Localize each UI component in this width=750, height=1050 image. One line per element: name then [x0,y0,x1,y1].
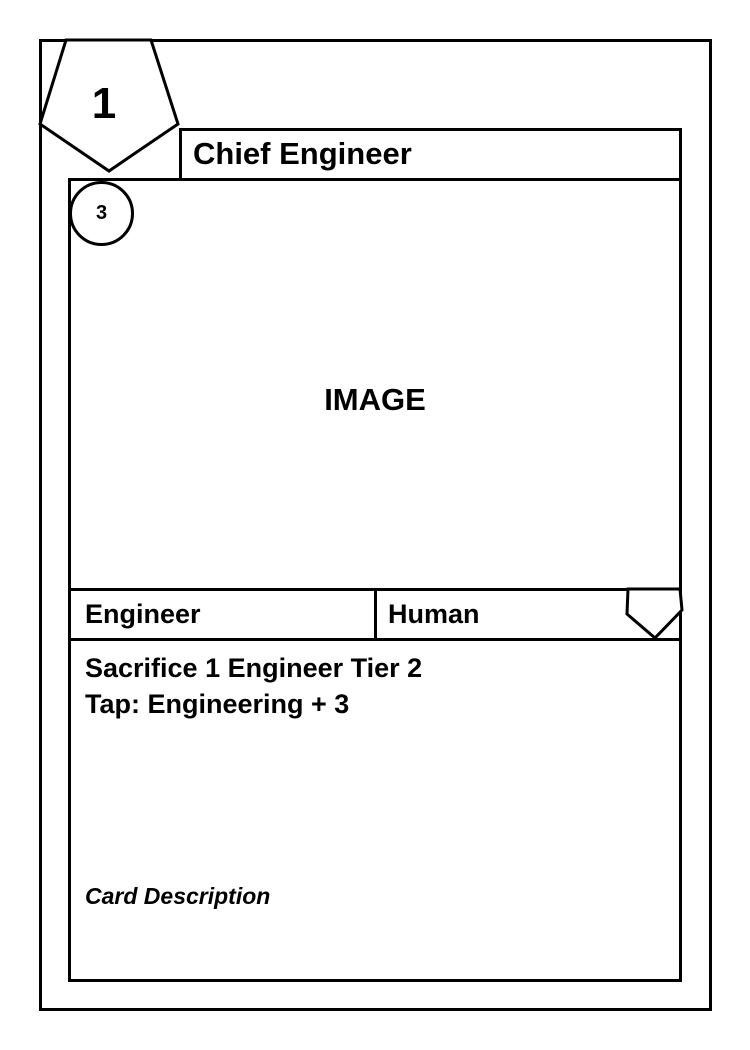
card-title: Chief Engineer [193,136,412,171]
type-line-divider [374,588,377,640]
card-inner-panel [68,178,682,982]
card-image-placeholder: IMAGE [324,382,426,417]
ability-line-1: Sacrifice 1 Engineer Tier 2 [85,653,423,683]
card-type-right: Human [388,599,480,629]
card-description: Card Description [85,883,271,909]
card-cost: 3 [95,202,108,224]
card-tier: 1 [91,79,117,128]
ability-line-2: Tap: Engineering + 3 [85,689,350,719]
card-type-left: Engineer [85,599,201,629]
faction-pentagon-icon [625,587,684,641]
